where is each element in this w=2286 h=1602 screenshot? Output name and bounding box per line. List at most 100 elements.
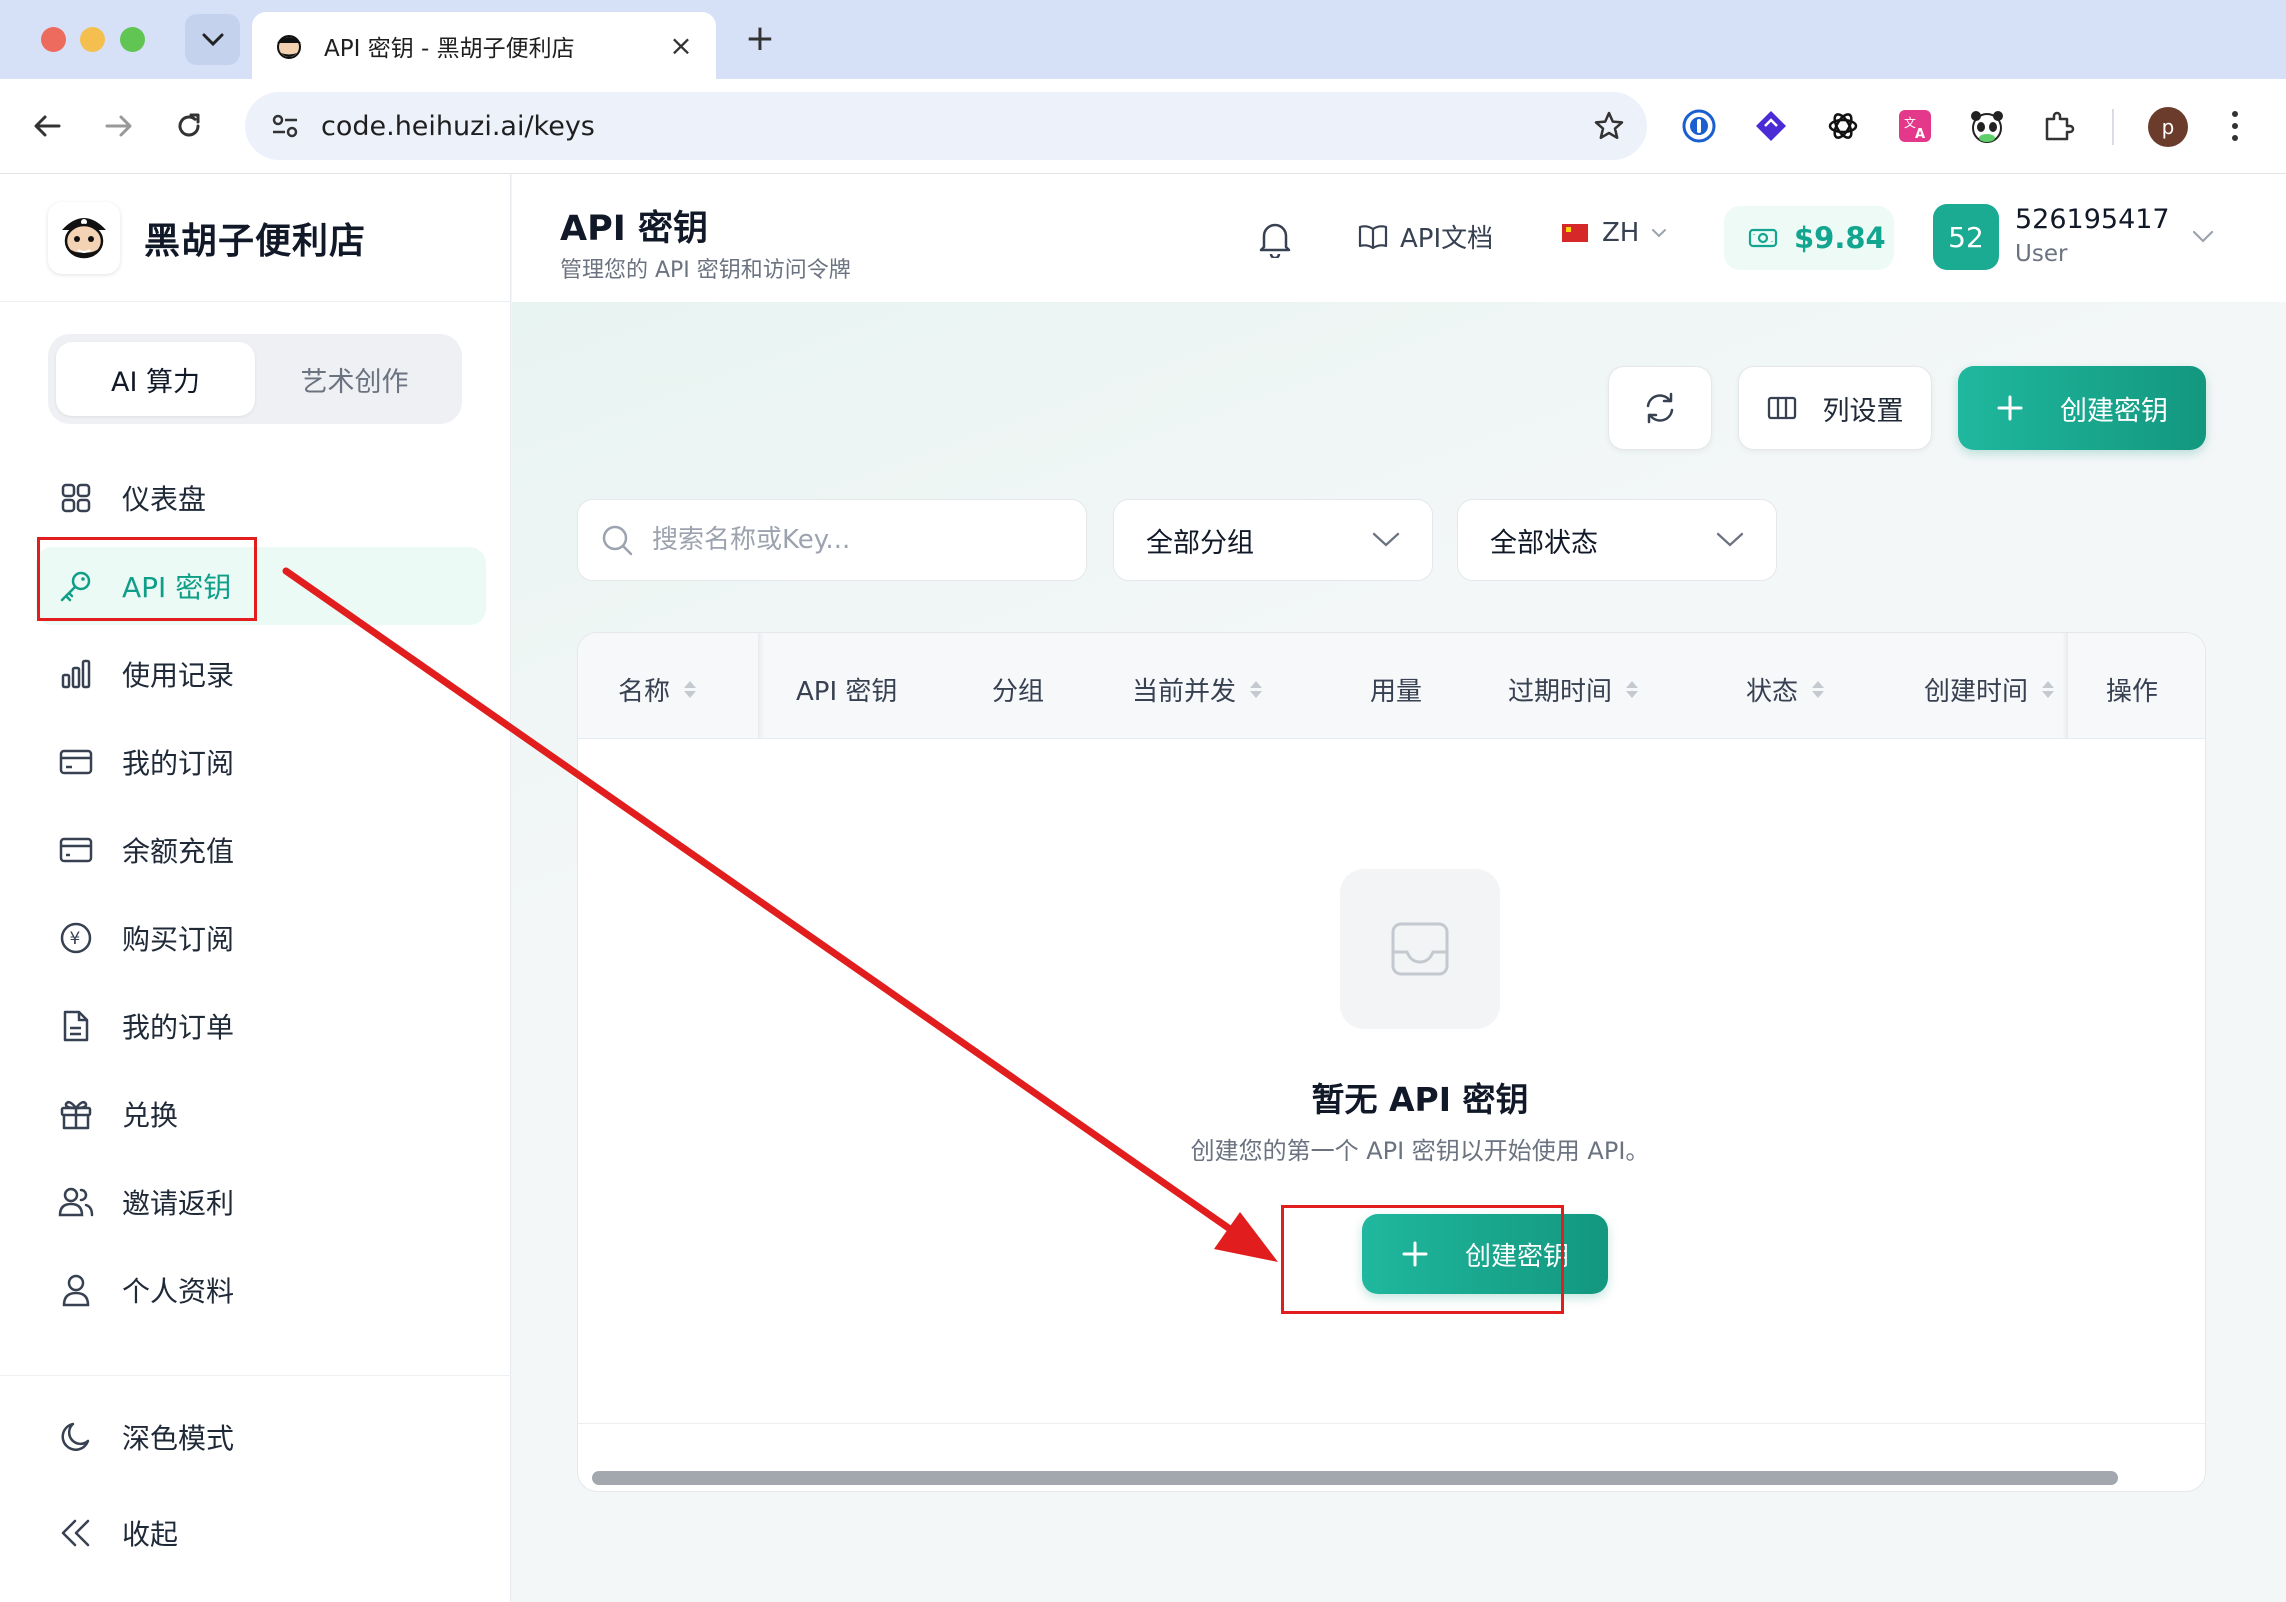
1password-icon[interactable] [1676,103,1722,149]
sort-icon[interactable] [1812,681,1825,698]
user-menu-chevron-icon[interactable] [2192,230,2214,244]
column-header-status[interactable]: 状态 [1746,671,1825,708]
bookmark-star-icon[interactable] [1593,110,1625,142]
column-header-usage: 用量 [1370,671,1422,708]
browser-tab-bar: API 密钥 - 黑胡子便利店 × + [0,0,2286,79]
toolbar-divider [2112,109,2114,145]
brand-name: 黑胡子便利店 [144,220,367,262]
column-header-concurrency[interactable]: 当前并发 [1132,671,1263,708]
panda-icon[interactable] [1964,103,2010,149]
column-header-name[interactable]: 名称 [618,671,697,708]
annotation-highlight-create-key-button [1281,1205,1564,1314]
sidebar-item-dashboard[interactable]: 仪表盘 [36,459,486,537]
column-label: 当前并发 [1132,677,1237,707]
moon-icon [58,1419,94,1455]
china-flag-icon [1562,224,1588,242]
sidebar-item-referral[interactable]: 邀请返利 [36,1163,486,1241]
minimize-window-button[interactable] [80,27,105,52]
user-info[interactable]: 526195417 User [2015,204,2170,267]
web-page: 黑胡子便利店 AI 算力 艺术创作 仪表盘 API 密钥 使用记录 我的订阅 余… [0,174,2286,1602]
mode-art-creation[interactable]: 艺术创作 [255,342,454,416]
sidebar-item-recharge[interactable]: 余额充值 [36,811,486,889]
site-settings-icon[interactable] [267,108,303,144]
plus-icon [1997,395,2023,421]
new-tab-button[interactable]: + [740,18,780,59]
browser-menu-icon[interactable] [2230,109,2240,143]
profile-avatar[interactable]: p [2148,107,2188,147]
sidebar-item-redeem[interactable]: 兑换 [36,1075,486,1153]
translate-icon[interactable]: 文A [1892,103,1938,149]
table-header: 名称 API 密钥 分组 当前并发 用量 过期时间 状态 创建时间 操作 [578,633,2205,739]
column-settings-label: 列设置 [1822,395,1904,427]
notification-bell-icon[interactable] [1257,220,1295,258]
puzzle-extensions-icon[interactable] [2036,103,2082,149]
url-text: code.heihuzi.ai/keys [321,110,595,142]
sidebar-item-profile[interactable]: 个人资料 [36,1251,486,1329]
sidebar-item-buy-subscription[interactable]: ¥ 购买订阅 [36,899,486,977]
column-header-created[interactable]: 创建时间 [1924,671,2055,708]
columns-icon [1767,396,1796,420]
table-divider [578,1423,2205,1424]
refresh-button[interactable] [1608,366,1712,450]
horizontal-scrollbar[interactable] [592,1471,2118,1485]
sidebar-item-usage[interactable]: 使用记录 [36,635,486,713]
sticky-column-shadow [2062,633,2068,739]
sidebar-item-my-subscription[interactable]: 我的订阅 [36,723,486,801]
grid-icon [58,480,94,516]
group-filter-value: 全部分组 [1146,527,1254,559]
collapse-label: 收起 [122,1518,179,1551]
svg-text:A: A [1915,127,1925,142]
sidebar-item-label: 使用记录 [122,659,235,692]
sidebar-item-label: 仪表盘 [122,483,207,516]
column-label: 名称 [618,677,671,707]
column-header-expires[interactable]: 过期时间 [1508,671,1639,708]
extension-diamond-icon[interactable] [1748,103,1794,149]
sort-icon[interactable] [2042,681,2055,698]
address-bar[interactable]: code.heihuzi.ai/keys [245,92,1647,160]
mode-ai-compute[interactable]: AI 算力 [56,342,255,416]
refresh-icon [1646,392,1674,424]
brand[interactable]: 黑胡子便利店 [0,174,511,302]
sort-icon[interactable] [1250,681,1263,698]
search-input[interactable] [652,525,1072,555]
column-label: 创建时间 [1924,677,2029,707]
language-selector[interactable]: ZH [1562,218,1667,248]
reload-button[interactable] [168,105,210,147]
browser-tab-active[interactable]: API 密钥 - 黑胡子便利店 × [252,12,716,79]
column-label: 过期时间 [1508,677,1613,707]
status-filter-select[interactable]: 全部状态 [1457,499,1777,581]
maximize-window-button[interactable] [120,27,145,52]
dark-mode-toggle[interactable]: 深色模式 [36,1394,511,1480]
api-keys-table: 名称 API 密钥 分组 当前并发 用量 过期时间 状态 创建时间 操作 暂无 … [577,632,2206,1492]
column-header-actions: 操作 [2106,671,2205,708]
column-settings-button[interactable]: 列设置 [1738,366,1932,450]
sort-icon[interactable] [684,681,697,698]
arrow-right-icon [105,115,132,137]
double-chevron-left-icon [58,1515,94,1551]
column-label: 用量 [1370,677,1423,707]
close-window-button[interactable] [41,27,66,52]
document-icon [58,1008,94,1044]
sort-icon[interactable] [1626,681,1639,698]
api-docs-link[interactable]: API文档 [1358,218,1493,255]
user-role: User [2015,241,2068,267]
search-input-wrapper[interactable] [577,499,1087,581]
openai-icon[interactable] [1820,103,1866,149]
create-key-button[interactable]: 创建密钥 [1958,366,2206,450]
group-filter-select[interactable]: 全部分组 [1113,499,1433,581]
column-label: 状态 [1746,677,1799,707]
tab-list-button[interactable] [185,14,240,65]
back-button[interactable] [26,105,68,147]
bar-chart-icon [58,656,94,692]
sidebar-item-label: 我的订阅 [122,747,235,780]
user-avatar[interactable]: 52 [1933,204,1999,270]
sidebar: 黑胡子便利店 AI 算力 艺术创作 仪表盘 API 密钥 使用记录 我的订阅 余… [0,174,511,1602]
arrow-left-icon [34,115,61,137]
forward-button[interactable] [98,105,140,147]
balance-badge[interactable]: $9.84 [1724,206,1894,270]
collapse-sidebar-button[interactable]: 收起 [36,1490,511,1576]
tab-close-icon[interactable]: × [666,29,696,62]
column-header-api-key: API 密钥 [796,671,897,708]
credit-card-icon [58,744,94,780]
sidebar-item-orders[interactable]: 我的订单 [36,987,486,1065]
